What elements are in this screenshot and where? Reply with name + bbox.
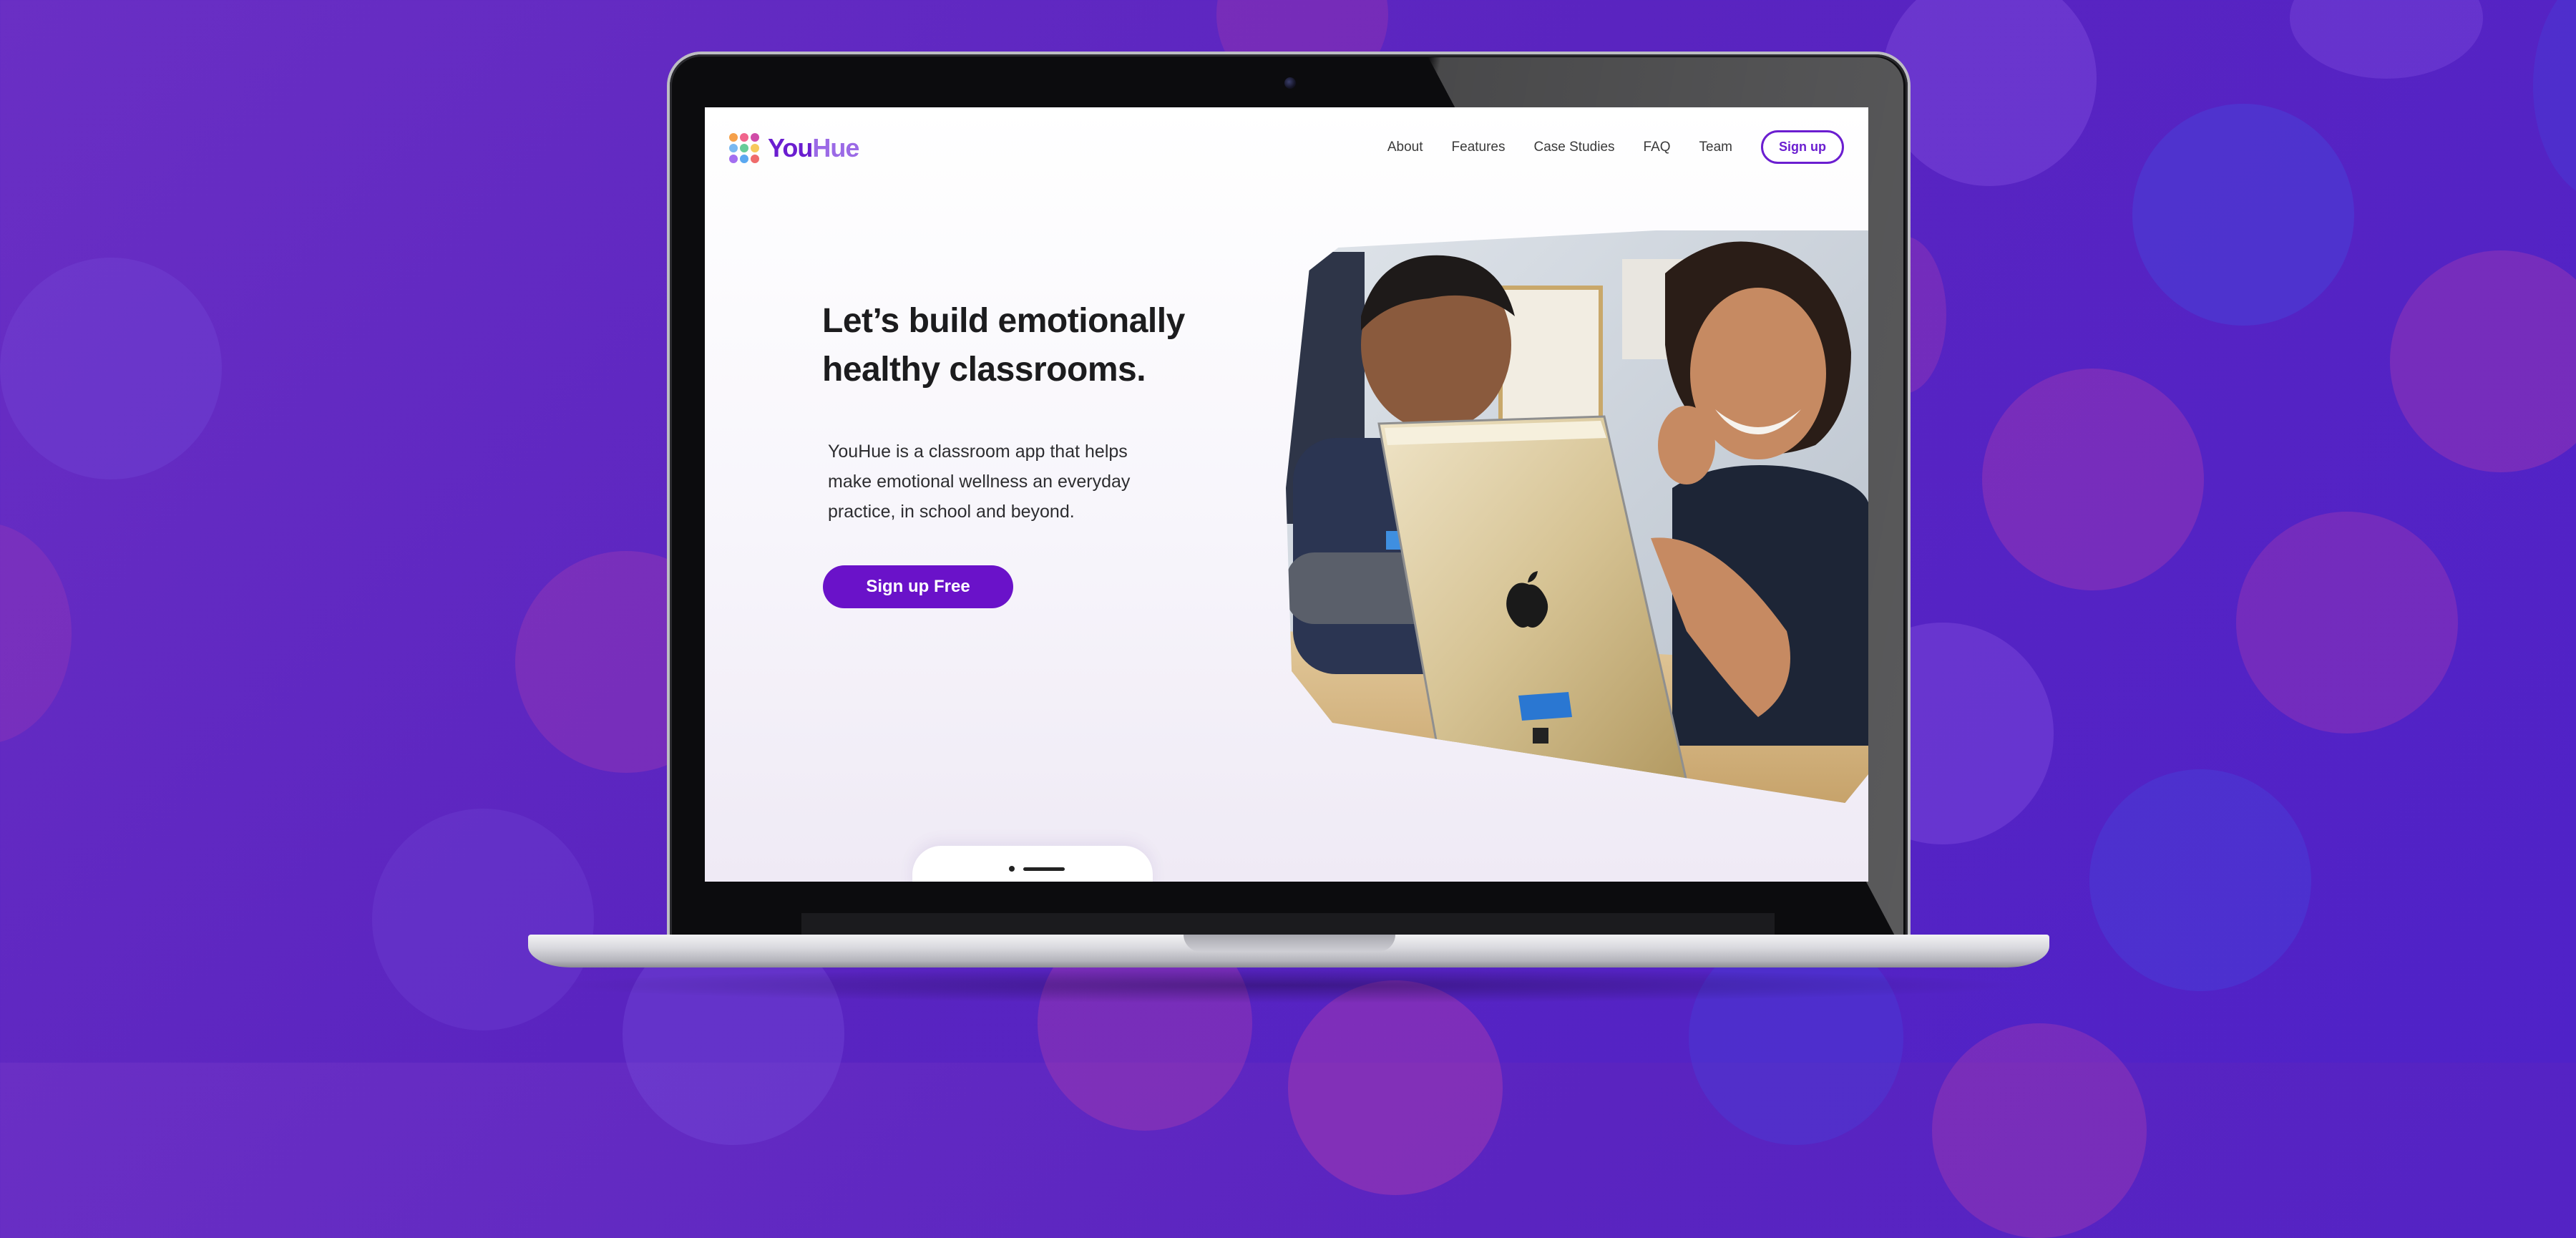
hero-subtitle: YouHue is a classroom app that helps mak… [828, 437, 1200, 527]
hero-title-line: Let’s build emotionally [822, 302, 1185, 340]
scroll-dot-icon [1009, 866, 1015, 872]
nav-links: About Features Case Studies FAQ Team Sig… [1359, 130, 1844, 164]
scroll-bar-icon [1023, 867, 1065, 871]
signup-button[interactable]: Sign up [1761, 130, 1844, 164]
hero-subtitle-line: YouHue is a classroom app that helps [828, 442, 1128, 462]
brand-logo[interactable]: YouHue [729, 133, 859, 163]
logo-dot [729, 155, 738, 163]
hero-subtitle-line: make emotional wellness an everyday [828, 472, 1131, 492]
hero-title: Let’s build emotionally healthy classroo… [822, 297, 1252, 394]
nav-link-team[interactable]: Team [1699, 140, 1732, 155]
logo-dot [751, 144, 759, 152]
brand-name: YouHue [768, 133, 859, 162]
camera-icon [1284, 77, 1296, 89]
signup-free-button[interactable]: Sign up Free [823, 565, 1013, 608]
nav-link-faq[interactable]: FAQ [1644, 140, 1671, 155]
classroom-photo-image [1286, 230, 1868, 803]
logo-dots-icon [729, 133, 759, 163]
logo-dot [740, 144, 748, 152]
nav-link-case-studies[interactable]: Case Studies [1534, 140, 1615, 155]
logo-dot [751, 133, 759, 142]
hero-photo [1286, 230, 1868, 803]
logo-dot [729, 133, 738, 142]
navbar: YouHue About Features Case Studies FAQ T… [705, 107, 1868, 186]
hero-subtitle-line: practice, in school and beyond. [828, 502, 1075, 522]
scroll-indicator [912, 846, 1153, 882]
logo-dot [740, 155, 748, 163]
logo-dot [729, 144, 738, 152]
website-screen: YouHue About Features Case Studies FAQ T… [705, 107, 1868, 882]
laptop-shadow [544, 968, 2032, 1003]
laptop-notch [1184, 935, 1395, 952]
hero-title-line: healthy classrooms. [822, 351, 1146, 389]
logo-dot [751, 155, 759, 163]
nav-link-features[interactable]: Features [1452, 140, 1506, 155]
nav-link-about[interactable]: About [1387, 140, 1423, 155]
laptop-hinge [801, 913, 1775, 935]
logo-dot [740, 133, 748, 142]
